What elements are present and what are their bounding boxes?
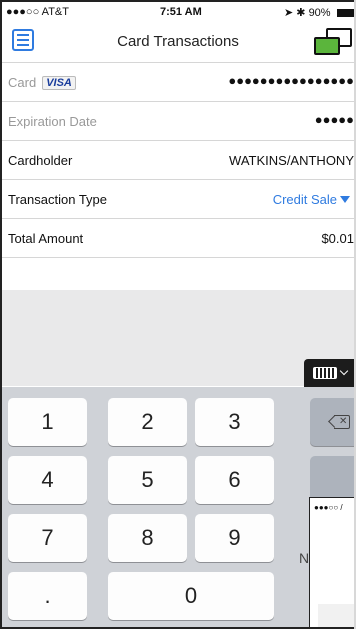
phone-screen: ●●●○○ AT&T 7:51 AM ➤ ✱ 90% Card Transact… [0, 0, 354, 629]
keyboard-dismiss-icon [313, 367, 337, 379]
nav-bar: Card Transactions [2, 22, 354, 63]
card-label: Card VISA [8, 75, 76, 90]
card-row[interactable]: Card VISA ●●●●●●●●●●●●●●●● [2, 63, 354, 102]
page-title: Card Transactions [117, 33, 239, 50]
chevron-down-icon [339, 366, 349, 376]
carrier-signal: ●●●○○ AT&T [6, 6, 69, 18]
bluetooth-icon: ✱ [296, 7, 306, 19]
key-4[interactable]: 4 [8, 456, 87, 504]
status-bar: ●●●○○ AT&T 7:51 AM ➤ ✱ 90% [2, 2, 354, 22]
key-5[interactable]: 5 [108, 456, 187, 504]
transaction-type-select[interactable]: Credit Sale [273, 192, 350, 207]
total-amount-value[interactable]: $0.01 [321, 231, 354, 246]
key-7[interactable]: 7 [8, 514, 87, 562]
visa-logo-icon: VISA [42, 76, 76, 90]
key-0[interactable]: 0 [108, 572, 274, 620]
battery-icon [336, 9, 354, 17]
backspace-icon: ✕ [328, 415, 351, 429]
cardholder-value: WATKINS/ANTHONY [229, 153, 354, 168]
transaction-type-row[interactable]: Transaction Type Credit Sale [2, 180, 354, 219]
cardholder-row[interactable]: Cardholder WATKINS/ANTHONY [2, 141, 354, 180]
battery-percent: 90% [308, 7, 331, 19]
key-6[interactable]: 6 [195, 456, 274, 504]
switch-device-icon[interactable] [314, 28, 352, 55]
dropdown-caret-icon [340, 196, 350, 203]
status-time: 7:51 AM [160, 6, 202, 18]
expiration-row[interactable]: Expiration Date ●●●●● [2, 102, 354, 141]
delete-key[interactable]: ✕ [310, 398, 354, 446]
overlay-status-bar: ●●●○○ / [314, 503, 343, 512]
card-number-value: ●●●●●●●●●●●●●●●● [228, 73, 354, 88]
total-amount-label: Total Amount [8, 231, 84, 246]
key-2[interactable]: 2 [108, 398, 187, 446]
expiration-value: ●●●●● [314, 112, 354, 127]
key-9[interactable]: 9 [195, 514, 274, 562]
key-3[interactable]: 3 [195, 398, 274, 446]
content-background [2, 290, 354, 386]
partial-key-label: N [299, 550, 310, 566]
key-8[interactable]: 8 [108, 514, 187, 562]
overlay-body [318, 604, 354, 627]
numeric-keyboard: 1 2 3 ✕ 4 5 6 7 8 9 . 0 [2, 387, 354, 627]
location-icon: ➤ [284, 7, 294, 19]
expiration-label: Expiration Date [8, 114, 97, 129]
transaction-type-label: Transaction Type [8, 192, 107, 207]
key-decimal[interactable]: . [8, 572, 87, 620]
keyboard-dismiss-button[interactable] [304, 359, 354, 387]
status-right: ➤ ✱ 90% [284, 6, 354, 19]
total-amount-row[interactable]: Total Amount $0.01 [2, 219, 354, 258]
key-1[interactable]: 1 [8, 398, 87, 446]
overlay-screenshot: ●●●○○ / [309, 497, 354, 627]
cardholder-label: Cardholder [8, 153, 73, 168]
